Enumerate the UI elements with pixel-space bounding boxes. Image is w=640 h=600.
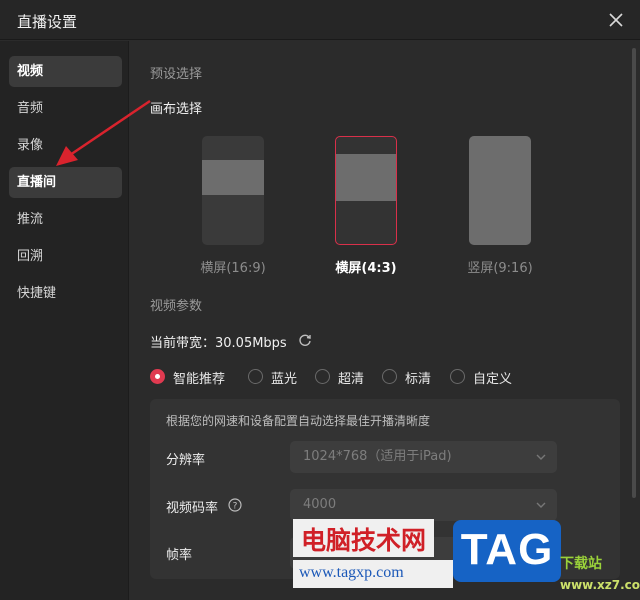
sidebar-item-video[interactable]: 视频: [9, 56, 122, 87]
canvas-option-label-16-9: 横屏(16:9): [200, 261, 266, 276]
watermark-site-url: www.tagxp.com: [293, 560, 453, 588]
framerate-label: 帧率: [166, 548, 193, 563]
refresh-icon[interactable]: [298, 333, 312, 347]
close-icon[interactable]: [606, 10, 626, 30]
radio-icon: [248, 369, 263, 384]
quality-option-label: 蓝光: [271, 372, 298, 387]
chevron-down-icon: [536, 502, 546, 508]
watermark-xz-text: 下载站: [560, 556, 602, 572]
quality-option-label: 标清: [405, 372, 432, 387]
quality-option-label: 超清: [338, 372, 365, 387]
canvas-option-9-16[interactable]: [469, 136, 531, 245]
sidebar-item-replay[interactable]: 回溯: [9, 241, 122, 272]
resolution-label: 分辨率: [166, 453, 206, 468]
radio-selected-icon: [150, 369, 165, 384]
chevron-down-icon: [536, 454, 546, 460]
canvas-option-label-9-16: 竖屏(9:16): [467, 261, 533, 276]
radio-icon: [450, 369, 465, 384]
resolution-select[interactable]: 1024*768（适用于iPad): [290, 441, 557, 473]
sidebar-item-live-room[interactable]: 直播间: [9, 167, 122, 198]
canvas-option-16-9[interactable]: [202, 136, 264, 245]
sidebar: 视频 音频 录像 直播间 推流 回溯 快捷键: [0, 41, 129, 600]
bitrate-select[interactable]: 4000: [290, 489, 557, 521]
sidebar-item-stream[interactable]: 推流: [9, 204, 122, 235]
auto-select-description: 根据您的网速和设备配置自动选择最佳开播清晰度: [166, 414, 431, 428]
canvas-preview-4-3: [336, 154, 396, 201]
radio-icon: [315, 369, 330, 384]
canvas-option-4-3[interactable]: [335, 136, 397, 245]
quality-option-label: 智能推荐: [173, 372, 226, 387]
quality-option-label: 自定义: [473, 372, 513, 387]
window-title: 直播设置: [17, 13, 78, 31]
watermark-xz-url: www.xz7.com: [560, 578, 640, 592]
watermark-site-name: 电脑技术网: [293, 519, 435, 557]
svg-text:?: ?: [233, 502, 238, 512]
title-bar: 直播设置: [0, 0, 640, 40]
canvas-select-label: 画布选择: [150, 102, 203, 117]
resolution-value: 1024*768（适用于iPad): [303, 449, 452, 464]
canvas-preview-9-16: [469, 136, 531, 245]
preset-section-title: 预设选择: [150, 67, 203, 82]
sidebar-item-recording[interactable]: 录像: [9, 130, 122, 161]
sidebar-item-shortcuts[interactable]: 快捷键: [9, 278, 122, 309]
canvas-option-label-4-3: 横屏(4:3): [335, 261, 397, 276]
watermark-tag-logo: TAG: [453, 520, 561, 582]
scrollbar[interactable]: [632, 48, 636, 498]
help-icon[interactable]: ?: [228, 498, 242, 512]
settings-content: 预设选择 画布选择 横屏(16:9) 横屏(4:3) 竖屏(9:16) 视频参数…: [130, 41, 640, 600]
watermark-tag-text: TAG: [460, 525, 554, 574]
bitrate-value: 4000: [303, 497, 337, 512]
bandwidth-text: 当前带宽：30.05Mbps: [150, 336, 287, 351]
bitrate-label: 视频码率: [166, 501, 219, 516]
sidebar-item-audio[interactable]: 音频: [9, 93, 122, 124]
canvas-preview-16-9: [202, 160, 264, 195]
video-params-section-title: 视频参数: [150, 299, 203, 314]
radio-icon: [382, 369, 397, 384]
